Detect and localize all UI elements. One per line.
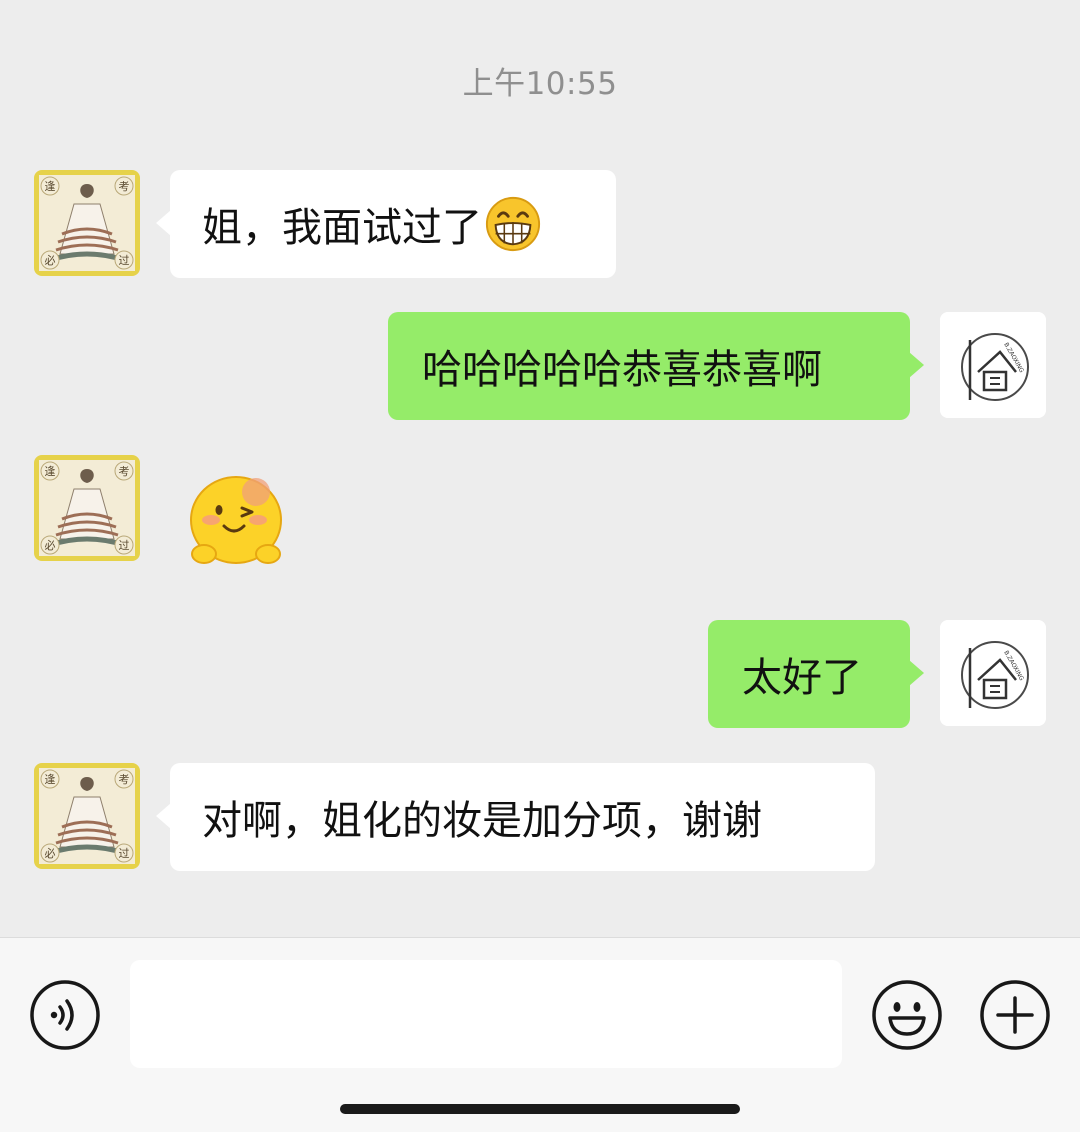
- home-indicator[interactable]: [340, 1104, 740, 1114]
- contact-avatar-image: 逢 考 必 过: [34, 170, 140, 276]
- cheeky-wink-emoji-sticker[interactable]: [186, 470, 286, 570]
- chat-input-bar: [0, 937, 1080, 1132]
- contact-avatar[interactable]: 逢 考 必 过: [34, 455, 140, 561]
- outgoing-message-bubble[interactable]: 太好了: [708, 620, 924, 728]
- avatar-corner-label: 必: [45, 847, 56, 860]
- plus-icon[interactable]: [978, 978, 1052, 1052]
- avatar-corner-label: 过: [119, 539, 130, 552]
- avatar-corner-label: 必: [45, 539, 56, 552]
- avatar-corner-label: 必: [45, 254, 56, 267]
- avatar-corner-label: 逢: [45, 465, 56, 478]
- avatar-corner-label: 考: [119, 180, 130, 193]
- message-text: 姐，我面试过了: [202, 205, 482, 251]
- avatar-corner-label: 过: [119, 847, 130, 860]
- brand-logo-avatar-image: B.ZAOXING: [940, 620, 1046, 726]
- voice-icon[interactable]: [28, 978, 102, 1052]
- avatar-corner-label: 逢: [45, 180, 56, 193]
- my-avatar[interactable]: B.ZAOXING: [940, 620, 1046, 726]
- avatar-corner-label: 考: [119, 465, 130, 478]
- avatar-corner-label: 过: [119, 254, 130, 267]
- contact-avatar-image: 逢 考 必 过: [34, 763, 140, 869]
- message-input[interactable]: [130, 960, 842, 1068]
- contact-avatar[interactable]: 逢 考 必 过: [34, 170, 140, 276]
- incoming-message-bubble[interactable]: 姐，我面试过了: [156, 170, 616, 278]
- avatar-corner-label: 考: [119, 773, 130, 786]
- brand-logo-avatar-image: B.ZAOXING: [940, 312, 1046, 418]
- emoji-icon[interactable]: [870, 978, 944, 1052]
- grin-emoji-icon: [485, 196, 541, 252]
- incoming-message-bubble[interactable]: 对啊，姐化的妆是加分项，谢谢: [156, 763, 875, 871]
- message-text: 太好了: [742, 655, 862, 701]
- contact-avatar[interactable]: 逢 考 必 过: [34, 763, 140, 869]
- contact-avatar-image: 逢 考 必 过: [34, 455, 140, 561]
- avatar-corner-label: 逢: [45, 773, 56, 786]
- outgoing-message-bubble[interactable]: 哈哈哈哈哈恭喜恭喜啊: [388, 312, 924, 420]
- my-avatar[interactable]: B.ZAOXING: [940, 312, 1046, 418]
- message-text: 哈哈哈哈哈恭喜恭喜啊: [422, 347, 822, 393]
- message-text: 对啊，姐化的妆是加分项，谢谢: [202, 798, 762, 844]
- message-timestamp: 上午10:55: [462, 66, 618, 102]
